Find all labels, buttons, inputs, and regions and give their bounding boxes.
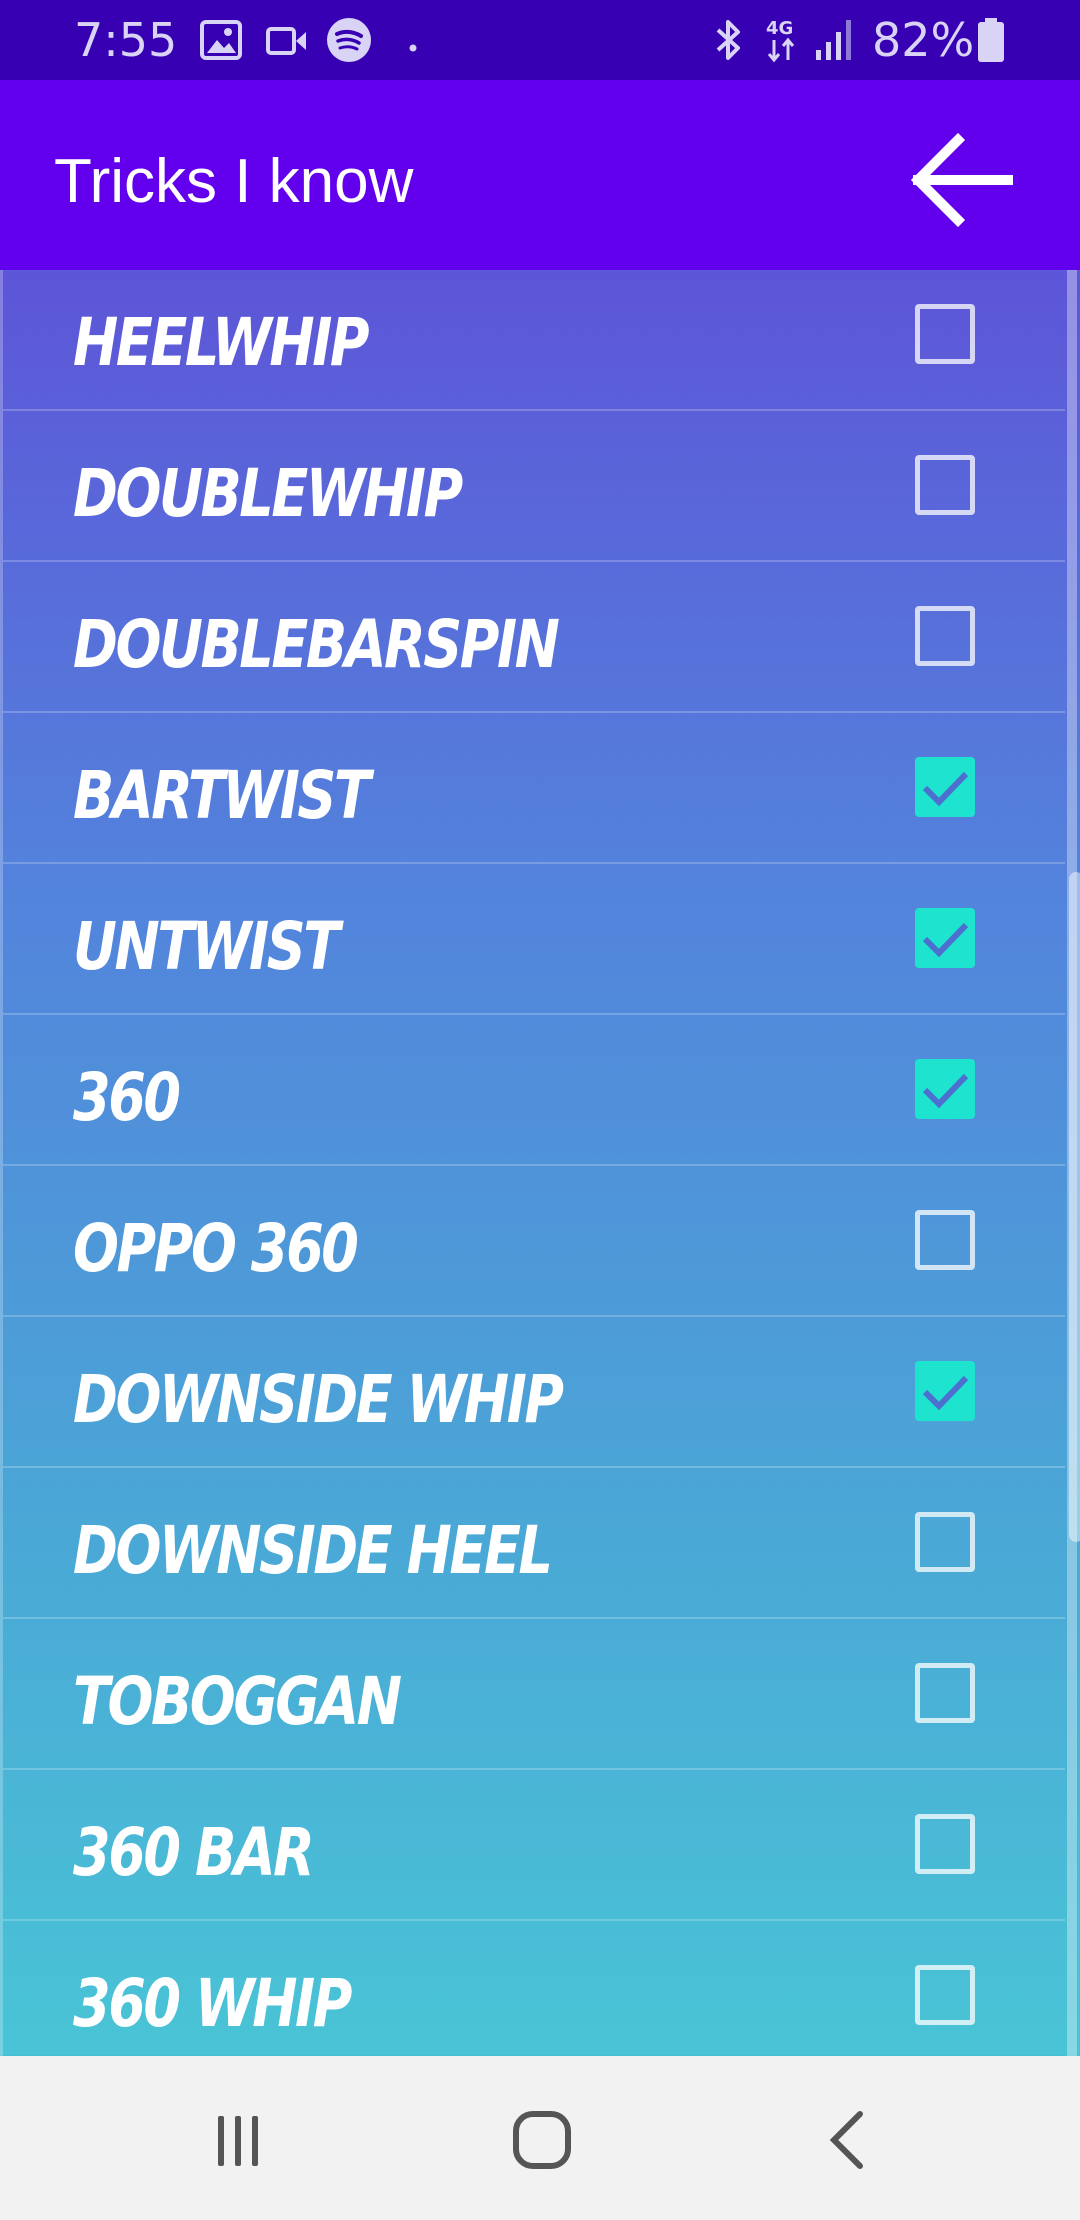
back-button[interactable] <box>900 120 1020 240</box>
trick-name: UNTWIST <box>73 908 340 985</box>
bluetooth-icon <box>710 16 746 68</box>
image-icon <box>200 20 242 64</box>
trick-name: DOUBLEWHIP <box>73 455 463 532</box>
battery-icon <box>976 16 1006 68</box>
trick-checkbox[interactable] <box>915 304 975 364</box>
video-icon <box>266 26 308 60</box>
check-icon <box>922 771 969 807</box>
check-icon <box>922 1375 969 1411</box>
trick-name: OPPO 360 <box>73 1210 359 1287</box>
dot-icon <box>409 37 417 56</box>
trick-row[interactable]: BARTWIST <box>3 713 1065 864</box>
trick-row[interactable]: 360 BAR <box>3 1770 1065 1921</box>
check-icon <box>922 1073 969 1109</box>
trick-checkbox[interactable] <box>915 455 975 515</box>
4g-icon: 4G <box>764 16 802 68</box>
trick-row[interactable]: UNTWIST <box>3 864 1065 1015</box>
trick-checkbox[interactable] <box>915 606 975 666</box>
status-bar: 7:55 4G 82% <box>0 0 1080 80</box>
trick-name: TOBOGGAN <box>73 1663 402 1740</box>
trick-checkbox[interactable] <box>915 908 975 968</box>
trick-name: 360 <box>73 1059 181 1136</box>
home-icon[interactable] <box>510 2108 574 2176</box>
trick-checkbox[interactable] <box>915 1210 975 1270</box>
trick-checkbox[interactable] <box>915 1059 975 1119</box>
trick-name: 360 BAR <box>73 1814 315 1891</box>
trick-row[interactable]: 360 <box>3 1015 1065 1166</box>
back-icon[interactable] <box>820 2108 880 2176</box>
page-title: Tricks I know <box>54 147 414 216</box>
trick-checkbox[interactable] <box>915 757 975 817</box>
trick-checkbox[interactable] <box>915 1361 975 1421</box>
trick-row[interactable]: DOWNSIDE WHIP <box>3 1317 1065 1468</box>
status-time: 7:55 <box>74 13 178 67</box>
trick-row[interactable]: OPPO 360 <box>3 1166 1065 1317</box>
scrollbar-thumb[interactable] <box>1069 872 1080 1542</box>
trick-checkbox[interactable] <box>915 1965 975 2025</box>
trick-name: HEELWHIP <box>73 304 370 381</box>
signal-icon <box>814 18 858 66</box>
trick-checkbox[interactable] <box>915 1814 975 1874</box>
trick-name: 360 WHIP <box>73 1965 352 2042</box>
svg-text:4G: 4G <box>766 18 793 39</box>
trick-name: DOWNSIDE HEEL <box>73 1512 553 1589</box>
trick-row[interactable]: 360 WHIP <box>3 1921 1065 2056</box>
trick-row[interactable]: HEELWHIP <box>3 270 1065 411</box>
battery-percent: 82% <box>872 13 975 67</box>
spotify-icon <box>326 17 372 67</box>
arrow-left-icon <box>910 132 1013 228</box>
trick-name: DOUBLEBARSPIN <box>73 606 560 683</box>
trick-row[interactable]: DOUBLEWHIP <box>3 411 1065 562</box>
trick-checkbox[interactable] <box>915 1663 975 1723</box>
recents-icon[interactable] <box>208 2110 268 2174</box>
trick-row[interactable]: TOBOGGAN <box>3 1619 1065 1770</box>
trick-row[interactable]: DOWNSIDE HEEL <box>3 1468 1065 1619</box>
tricks-list[interactable]: HEELWHIP DOUBLEWHIP DOUBLEBARSPIN BARTWIST U… <box>0 270 1080 2056</box>
system-nav-bar <box>0 2056 1080 2220</box>
trick-name: DOWNSIDE WHIP <box>73 1361 564 1438</box>
trick-name: BARTWIST <box>73 757 371 834</box>
app-bar: Tricks I know <box>0 80 1080 270</box>
check-icon <box>922 922 969 958</box>
trick-checkbox[interactable] <box>915 1512 975 1572</box>
trick-row[interactable]: DOUBLEBARSPIN <box>3 562 1065 713</box>
